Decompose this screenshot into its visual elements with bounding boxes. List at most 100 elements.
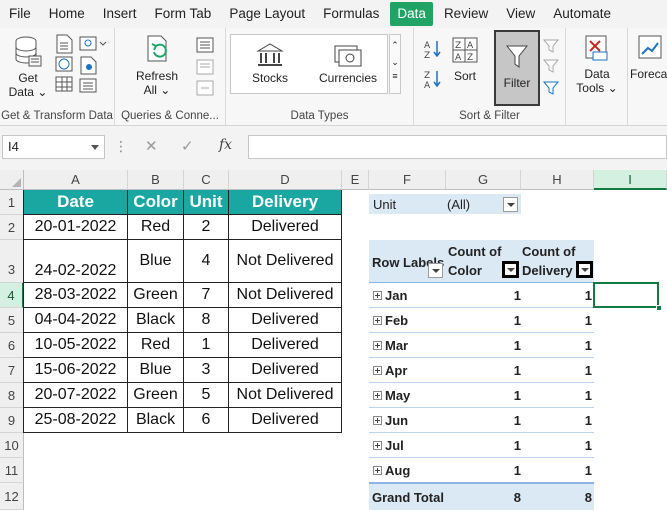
refresh-all-button[interactable]: Refresh All ⌄ bbox=[133, 34, 181, 97]
name-box[interactable]: I4 bbox=[2, 135, 105, 159]
pivot-col2-dropdown[interactable] bbox=[576, 261, 593, 278]
column-header-i[interactable]: I bbox=[594, 170, 667, 190]
column-header-c[interactable]: C bbox=[184, 170, 229, 190]
table-cell-date[interactable]: 28-03-2022 bbox=[24, 283, 128, 308]
menu-insert[interactable]: Insert bbox=[94, 2, 146, 26]
row-header-6[interactable]: 6 bbox=[0, 333, 24, 358]
pivot-row[interactable]: Feb 1 1 bbox=[369, 308, 594, 333]
pivot-filter-dropdown[interactable] bbox=[503, 197, 518, 212]
from-text-icons[interactable] bbox=[54, 34, 76, 96]
table-header-unit[interactable]: Unit bbox=[184, 190, 229, 215]
table-cell-color[interactable]: Black bbox=[128, 408, 184, 433]
menu-page-layout[interactable]: Page Layout bbox=[220, 2, 314, 26]
pivot-row[interactable]: Mar 1 1 bbox=[369, 333, 594, 358]
table-cell-unit[interactable]: 5 bbox=[184, 383, 229, 408]
currencies-button[interactable]: Currencies bbox=[314, 42, 382, 85]
table-header-color[interactable]: Color bbox=[128, 190, 184, 215]
table-cell-date[interactable]: 04-04-2022 bbox=[24, 308, 128, 333]
menu-data[interactable]: Data bbox=[390, 2, 433, 26]
column-header-d[interactable]: D bbox=[229, 170, 342, 190]
table-cell-delivery[interactable]: Delivered bbox=[229, 333, 342, 358]
table-cell-delivery[interactable]: Not Delivered bbox=[229, 283, 342, 308]
column-header-h[interactable]: H bbox=[521, 170, 594, 190]
menu-view[interactable]: View bbox=[497, 2, 544, 26]
pivot-grand-total-row[interactable]: Grand Total 8 8 bbox=[369, 483, 594, 510]
table-cell-delivery[interactable]: Not Delivered bbox=[229, 383, 342, 408]
select-all-button[interactable] bbox=[0, 170, 24, 190]
table-cell-color[interactable]: Green bbox=[128, 383, 184, 408]
expand-icon[interactable] bbox=[373, 291, 382, 300]
expand-icon[interactable] bbox=[373, 341, 382, 350]
gallery-scroll[interactable]: ⌃ ⌄ ≡ bbox=[389, 34, 401, 94]
table-cell-unit[interactable]: 4 bbox=[184, 240, 229, 283]
table-cell-color[interactable]: Green bbox=[128, 283, 184, 308]
row-header-8[interactable]: 8 bbox=[0, 383, 24, 408]
menu-formulas[interactable]: Formulas bbox=[314, 2, 388, 26]
row-header-9[interactable]: 9 bbox=[0, 408, 24, 433]
pivot-row[interactable]: Jan 1 1 bbox=[369, 283, 594, 308]
row-header-10[interactable]: 10 bbox=[0, 433, 24, 458]
menu-home[interactable]: Home bbox=[40, 2, 94, 26]
table-cell-delivery[interactable]: Delivered bbox=[229, 408, 342, 433]
table-cell-date[interactable]: 15-06-2022 bbox=[24, 358, 128, 383]
table-cell-delivery[interactable]: Not Delivered bbox=[229, 240, 342, 283]
row-header-1[interactable]: 1 bbox=[0, 190, 24, 215]
table-cell-color[interactable]: Blue bbox=[128, 358, 184, 383]
expand-icon[interactable] bbox=[373, 366, 382, 375]
filter-button[interactable]: Filter bbox=[494, 30, 540, 106]
sort-az-icons[interactable]: A Z Z A bbox=[422, 38, 444, 94]
table-header-date[interactable]: Date bbox=[24, 190, 128, 215]
menu-file[interactable]: File bbox=[0, 2, 40, 26]
table-cell-unit[interactable]: 1 bbox=[184, 333, 229, 358]
table-cell-delivery[interactable]: Delivered bbox=[229, 215, 342, 240]
expand-icon[interactable] bbox=[373, 441, 382, 450]
cancel-icon[interactable]: ✕ bbox=[145, 137, 158, 155]
expand-icon[interactable] bbox=[373, 466, 382, 475]
queries-icons[interactable] bbox=[195, 36, 217, 98]
expand-icon[interactable] bbox=[373, 391, 382, 400]
menu-review[interactable]: Review bbox=[435, 2, 497, 26]
table-cell-date[interactable]: 20-07-2022 bbox=[24, 383, 128, 408]
pivot-row[interactable]: Jun 1 1 bbox=[369, 408, 594, 433]
sort-button[interactable]: Z A A Z Sort bbox=[450, 36, 480, 83]
pivot-row[interactable]: Jul 1 1 bbox=[369, 433, 594, 458]
insert-function-icon[interactable]: fx bbox=[219, 137, 232, 153]
table-cell-color[interactable]: Red bbox=[128, 215, 184, 240]
active-cell[interactable] bbox=[593, 282, 662, 311]
row-header-3[interactable]: 3 bbox=[0, 240, 24, 283]
row-header-2[interactable]: 2 bbox=[0, 215, 24, 240]
forecast-button[interactable]: Foreca bbox=[630, 34, 667, 81]
expand-icon[interactable] bbox=[373, 416, 382, 425]
table-cell-date[interactable]: 10-05-2022 bbox=[24, 333, 128, 358]
pivot-row-labels-dropdown[interactable] bbox=[428, 263, 443, 278]
formula-input[interactable] bbox=[248, 135, 667, 159]
table-cell-unit[interactable]: 6 bbox=[184, 408, 229, 433]
menu-form-tab[interactable]: Form Tab bbox=[146, 2, 221, 26]
expand-icon[interactable] bbox=[373, 316, 382, 325]
column-header-g[interactable]: G bbox=[446, 170, 521, 190]
table-cell-unit[interactable]: 8 bbox=[184, 308, 229, 333]
table-cell-delivery[interactable]: Delivered bbox=[229, 358, 342, 383]
row-header-4[interactable]: 4 bbox=[0, 283, 24, 308]
table-header-delivery[interactable]: Delivery bbox=[229, 190, 342, 215]
table-cell-date[interactable]: 20-01-2022 bbox=[24, 215, 128, 240]
fill-handle[interactable] bbox=[656, 305, 662, 311]
row-header-7[interactable]: 7 bbox=[0, 358, 24, 383]
row-header-11[interactable]: 11 bbox=[0, 458, 24, 483]
stocks-button[interactable]: Stocks bbox=[242, 42, 298, 85]
row-header-12[interactable]: 12 bbox=[0, 483, 24, 510]
recent-sources-icons[interactable] bbox=[78, 34, 108, 96]
table-cell-unit[interactable]: 2 bbox=[184, 215, 229, 240]
column-header-e[interactable]: E bbox=[342, 170, 369, 190]
table-cell-date[interactable]: 25-08-2022 bbox=[24, 408, 128, 433]
column-header-f[interactable]: F bbox=[369, 170, 446, 190]
table-cell-color[interactable]: Red bbox=[128, 333, 184, 358]
table-cell-delivery[interactable]: Delivered bbox=[229, 308, 342, 333]
column-header-b[interactable]: B bbox=[128, 170, 184, 190]
table-cell-date[interactable]: 24-02-2022 bbox=[24, 240, 128, 283]
pivot-row[interactable]: Apr 1 1 bbox=[369, 358, 594, 383]
get-data-button[interactable]: Get Data ⌄ bbox=[6, 34, 50, 99]
table-cell-unit[interactable]: 7 bbox=[184, 283, 229, 308]
table-cell-color[interactable]: Black bbox=[128, 308, 184, 333]
pivot-row[interactable]: Aug 1 1 bbox=[369, 458, 594, 483]
